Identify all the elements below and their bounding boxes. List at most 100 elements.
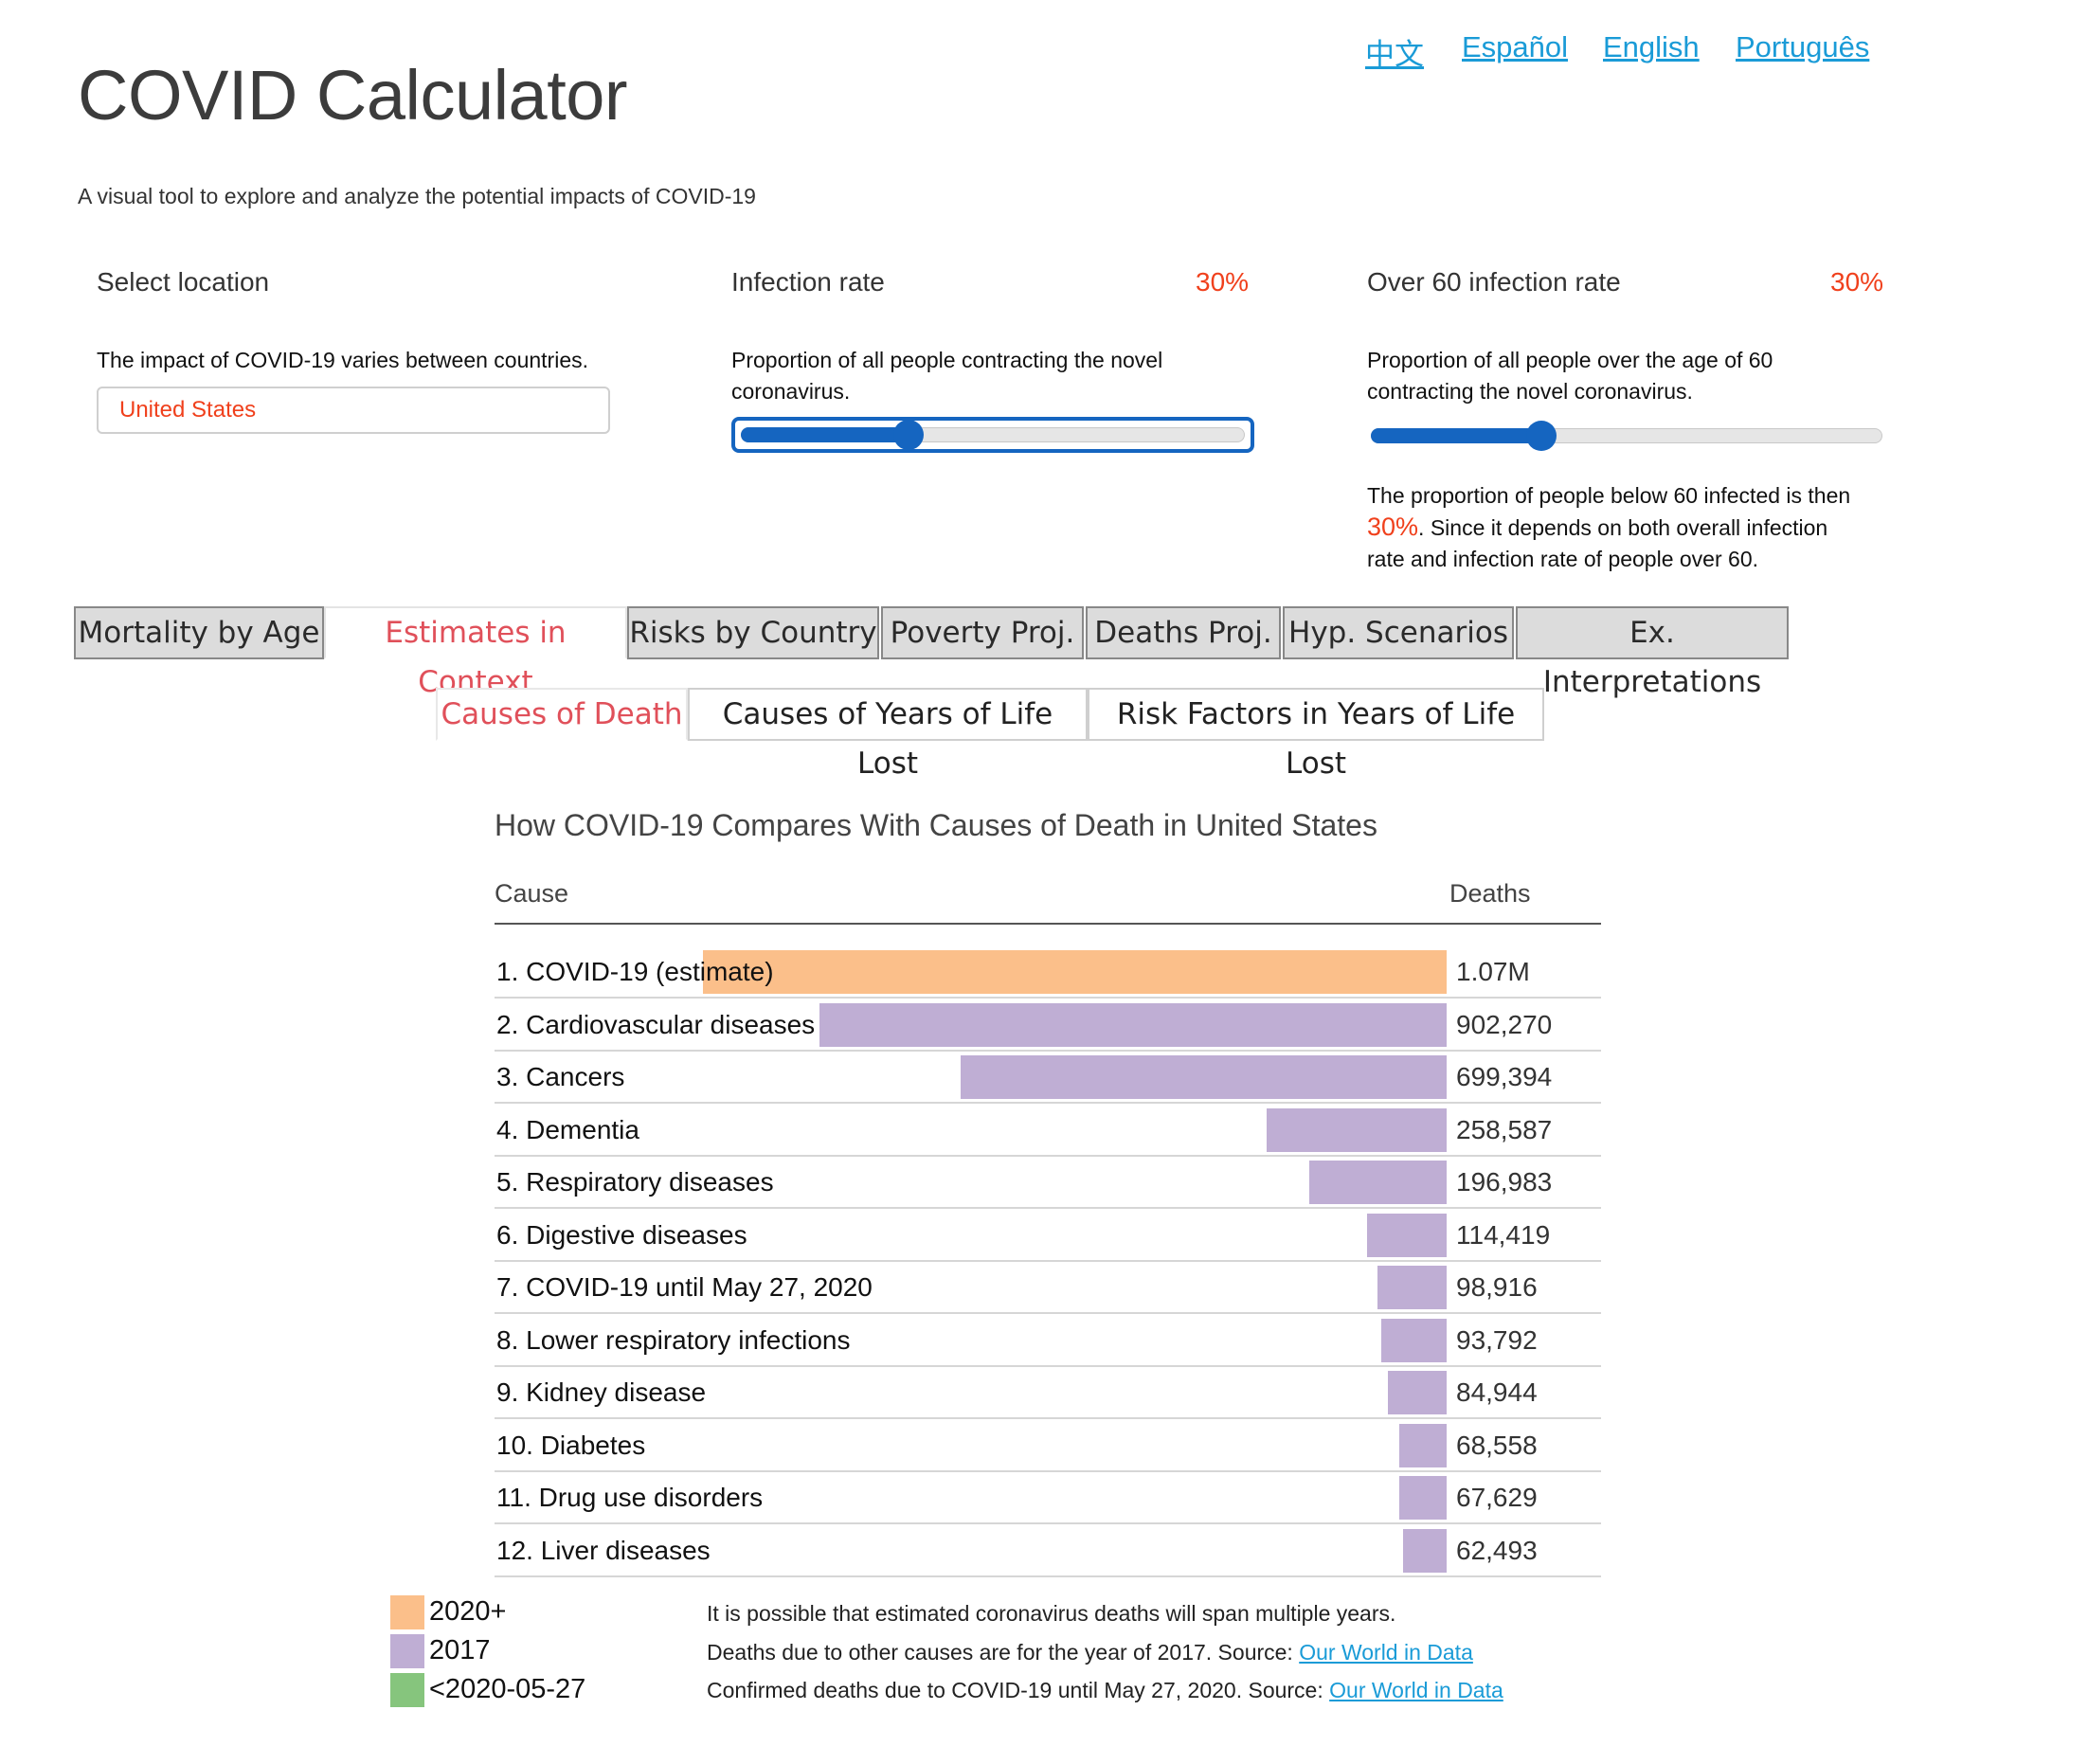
legend-swatch-2017	[390, 1634, 424, 1668]
bar-5	[1309, 1161, 1447, 1204]
row-label: 4. Dementia	[496, 1115, 639, 1144]
row-divider	[495, 1260, 1601, 1262]
row-divider	[495, 1050, 1601, 1052]
row-label: 12. Liver diseases	[496, 1536, 711, 1565]
bar-1	[703, 950, 1447, 994]
infection-rate-thumb[interactable]	[893, 420, 924, 450]
bar-2	[819, 1003, 1447, 1047]
row-label: 2. Cardiovascular diseases	[496, 1010, 816, 1039]
row-value: 902,270	[1456, 1010, 1553, 1039]
source-link-owid-1[interactable]: Our World in Data	[1299, 1640, 1473, 1665]
table-row: 7. COVID-19 until May 27, 2020 98,916	[495, 1263, 1601, 1314]
infection-rate-description: Proportion of all people contracting the…	[731, 348, 1163, 404]
location-select[interactable]: United States	[97, 387, 610, 434]
legend-label-2020: 2020+	[429, 1596, 507, 1627]
legend-swatch-2020	[390, 1595, 424, 1629]
row-label: 1. COVID-19 (estimate)	[496, 957, 774, 986]
column-header-deaths: Deaths	[1449, 879, 1531, 908]
row-label: 10. Diabetes	[496, 1431, 646, 1460]
row-divider	[495, 1575, 1601, 1577]
legend-label-confirmed: <2020-05-27	[429, 1674, 586, 1704]
tab-poverty-proj[interactable]: Poverty Proj.	[881, 606, 1084, 659]
table-row: 12. Liver diseases 62,493	[495, 1526, 1601, 1577]
row-divider	[495, 1470, 1601, 1472]
row-divider	[495, 1155, 1601, 1157]
below60-value: 30%	[1367, 513, 1419, 541]
infection-rate-slider[interactable]	[731, 417, 1254, 453]
tab-hyp-scenarios[interactable]: Hyp. Scenarios	[1283, 606, 1514, 659]
bar-8	[1381, 1319, 1447, 1362]
bar-6	[1367, 1214, 1447, 1257]
row-value: 699,394	[1456, 1062, 1553, 1091]
row-label: 9. Kidney disease	[496, 1377, 707, 1407]
row-value: 93,792	[1456, 1325, 1538, 1355]
bar-12	[1403, 1529, 1447, 1573]
below60-note: The proportion of people below 60 infect…	[1367, 483, 1851, 571]
over60-rate-slider[interactable]	[1367, 420, 1886, 452]
row-value: 68,558	[1456, 1431, 1538, 1460]
legend-label-2017: 2017	[429, 1635, 491, 1665]
location-description: The impact of COVID-19 varies between co…	[97, 348, 589, 372]
table-row: 4. Dementia 258,587	[495, 1106, 1601, 1157]
tab-deaths-proj[interactable]: Deaths Proj.	[1086, 606, 1281, 659]
tab-mortality-by-age[interactable]: Mortality by Age	[74, 606, 324, 659]
row-value: 67,629	[1456, 1483, 1538, 1512]
footnote-2017-source: Deaths due to other causes are for the y…	[707, 1640, 1473, 1665]
source-link-owid-2[interactable]: Our World in Data	[1329, 1678, 1503, 1702]
page-title: COVID Calculator	[78, 56, 628, 135]
infection-rate-fill	[741, 427, 908, 442]
table-row: 5. Respiratory diseases 196,983	[495, 1158, 1601, 1209]
legend-swatch-confirmed	[390, 1673, 424, 1707]
over60-rate-fill	[1371, 428, 1539, 443]
row-value: 1.07M	[1456, 957, 1530, 986]
infection-rate-value: 30%	[1196, 267, 1250, 297]
row-label: 7. COVID-19 until May 27, 2020	[496, 1272, 873, 1302]
bar-3	[961, 1055, 1447, 1099]
lang-portuguese-link[interactable]: Português	[1736, 30, 1869, 64]
row-divider	[495, 1522, 1601, 1524]
row-divider	[495, 1102, 1601, 1104]
bar-11	[1399, 1476, 1447, 1520]
tab-estimates-in-context[interactable]: Estimates in Context	[324, 606, 627, 699]
table-row: 1. COVID-19 (estimate) 1.07M	[495, 947, 1601, 999]
lang-spanish-link[interactable]: Español	[1462, 30, 1568, 64]
bar-10	[1399, 1424, 1447, 1467]
infection-rate-label: Infection rate	[731, 267, 885, 297]
table-row: 10. Diabetes 68,558	[495, 1421, 1601, 1472]
row-label: 5. Respiratory diseases	[496, 1167, 774, 1197]
bar-4	[1267, 1108, 1447, 1152]
location-label: Select location	[97, 267, 270, 297]
row-value: 62,493	[1456, 1536, 1538, 1565]
tab-ex-interpretations[interactable]: Ex. Interpretations	[1516, 606, 1789, 699]
row-value: 114,419	[1456, 1220, 1551, 1250]
page-subtitle: A visual tool to explore and analyze the…	[78, 184, 756, 208]
row-divider	[495, 1312, 1601, 1314]
chart-title: How COVID-19 Compares With Causes of Dea…	[495, 808, 1377, 842]
row-label: 6. Digestive diseases	[496, 1220, 747, 1250]
lang-chinese-link[interactable]: 中文	[1365, 30, 1424, 73]
over60-rate-thumb[interactable]	[1526, 421, 1557, 451]
header-divider	[495, 923, 1601, 925]
table-row: 8. Lower respiratory infections 93,792	[495, 1316, 1601, 1367]
row-divider	[495, 997, 1601, 999]
lang-english-link[interactable]: English	[1603, 30, 1700, 64]
row-value: 196,983	[1456, 1167, 1553, 1197]
subtab-causes-of-death[interactable]: Causes of Death	[436, 688, 688, 741]
column-header-cause: Cause	[495, 879, 569, 908]
footnote-confirmed-source: Confirmed deaths due to COVID-19 until M…	[707, 1678, 1503, 1702]
table-row: 9. Kidney disease 84,944	[495, 1368, 1601, 1419]
subtab-causes-of-yll[interactable]: Causes of Years of Life Lost	[688, 688, 1088, 781]
row-label: 3. Cancers	[496, 1062, 625, 1091]
subtab-risk-factors-yll[interactable]: Risk Factors in Years of Life Lost	[1088, 688, 1544, 781]
row-value: 258,587	[1456, 1115, 1553, 1144]
table-row: 3. Cancers 699,394	[495, 1053, 1601, 1104]
tab-risks-by-country[interactable]: Risks by Country	[627, 606, 879, 659]
bar-7	[1377, 1266, 1447, 1309]
bar-9	[1388, 1371, 1447, 1414]
over60-rate-value: 30%	[1830, 267, 1884, 297]
row-label: 11. Drug use disorders	[496, 1483, 764, 1512]
table-row: 6. Digestive diseases 114,419	[495, 1211, 1601, 1262]
row-label: 8. Lower respiratory infections	[496, 1325, 851, 1355]
over60-rate-label: Over 60 infection rate	[1367, 267, 1621, 297]
table-row: 11. Drug use disorders 67,629	[495, 1473, 1601, 1524]
